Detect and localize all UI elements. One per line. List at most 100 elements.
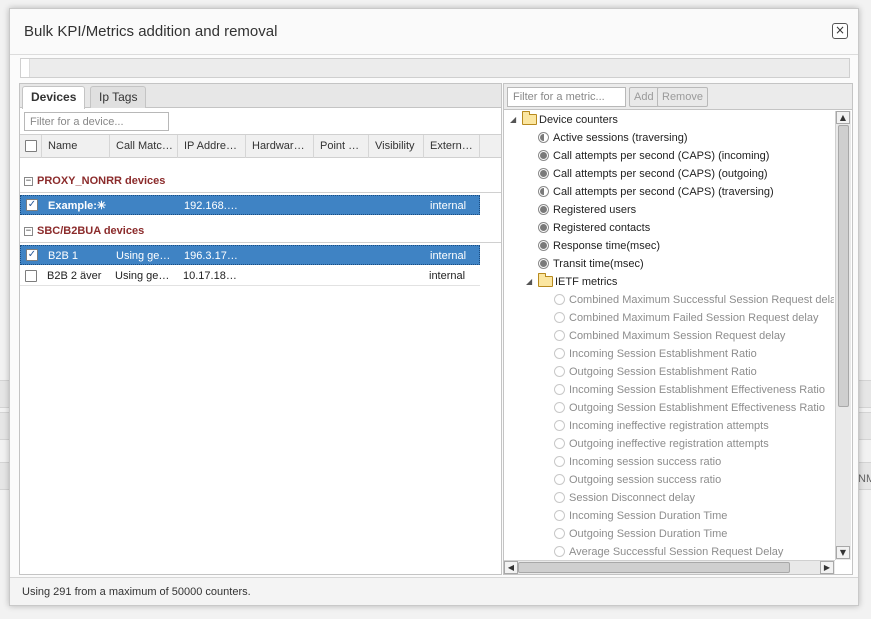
tree-item[interactable]: Outgoing Session Duration Time	[504, 525, 834, 543]
expand-arrow-icon[interactable]: ◢	[526, 273, 536, 291]
column-header-call-match[interactable]: Call Matc…	[110, 135, 178, 158]
select-all-checkbox[interactable]	[25, 140, 37, 152]
scroll-down-arrow-icon[interactable]: ▼	[836, 546, 850, 559]
column-header-visibility[interactable]: Visibility	[369, 135, 424, 158]
selection-state-icon[interactable]	[554, 546, 565, 557]
remove-button[interactable]: Remove	[657, 87, 708, 107]
tree-item[interactable]: Response time(msec)	[504, 237, 834, 255]
selection-state-icon[interactable]	[554, 348, 565, 359]
add-button[interactable]: Add	[629, 87, 659, 107]
folder-icon	[522, 111, 537, 125]
tree-item[interactable]: Combined Maximum Session Request delay	[504, 327, 834, 345]
metric-filter-input[interactable]	[507, 87, 626, 107]
selection-state-icon[interactable]	[554, 330, 565, 341]
tree-item[interactable]: Registered contacts	[504, 219, 834, 237]
scroll-left-arrow-icon[interactable]: ◀	[504, 561, 518, 574]
selection-state-icon[interactable]	[554, 438, 565, 449]
table-row[interactable]: ✓ Example:✳ 192.168.… internal	[20, 195, 480, 215]
tree-item[interactable]: Combined Maximum Successful Session Requ…	[504, 291, 834, 309]
tree-item[interactable]: Outgoing Session Establishment Effective…	[504, 399, 834, 417]
selection-state-icon[interactable]	[538, 240, 549, 251]
tree-item[interactable]: Incoming Session Establishment Ratio	[504, 345, 834, 363]
tree-item[interactable]: Incoming session success ratio	[504, 453, 834, 471]
tree-item[interactable]: Call attempts per second (CAPS) (outgoin…	[504, 165, 834, 183]
tree-folder-device-counters[interactable]: ◢ Device counters	[504, 111, 834, 129]
tree-item[interactable]: Transit time(msec)	[504, 255, 834, 273]
row-checkbox[interactable]	[25, 270, 37, 282]
selection-state-icon[interactable]	[554, 420, 565, 431]
grid-header: Name Call Matc… IP Addre… Hardwar… Point…	[20, 134, 501, 158]
horizontal-scrollbar[interactable]: ◀ ▶	[504, 560, 835, 574]
vertical-scrollbar[interactable]: ▲ ▼	[835, 111, 851, 560]
cell-ip-address: 10.17.18…	[183, 270, 237, 282]
column-header-hardware[interactable]: Hardwar…	[246, 135, 314, 158]
selection-state-icon[interactable]	[538, 168, 549, 179]
tree-item[interactable]: Average Successful Session Request Delay	[504, 543, 834, 560]
tree-item[interactable]: Outgoing session success ratio	[504, 471, 834, 489]
selection-state-icon[interactable]	[538, 204, 549, 215]
tree-item[interactable]: Registered users	[504, 201, 834, 219]
tree-item-label: Outgoing Session Establishment Ratio	[569, 366, 757, 378]
column-header-point[interactable]: Point …	[314, 135, 369, 158]
selection-state-icon[interactable]	[554, 510, 565, 521]
scroll-right-arrow-icon[interactable]: ▶	[820, 561, 834, 574]
tree-item[interactable]: Incoming ineffective registration attemp…	[504, 417, 834, 435]
devices-panel: Devices Ip Tags Name Call Matc… IP Addre…	[19, 83, 502, 575]
tree-item-label: Incoming Session Establishment Effective…	[569, 384, 825, 396]
selection-state-icon[interactable]	[554, 402, 565, 413]
tree-item[interactable]: Incoming Session Duration Time	[504, 507, 834, 525]
scroll-up-arrow-icon[interactable]: ▲	[836, 111, 850, 124]
tree-item-label: Call attempts per second (CAPS) (incomin…	[553, 150, 770, 162]
tree-item[interactable]: Incoming Session Establishment Effective…	[504, 381, 834, 399]
progress-bar	[20, 58, 850, 78]
column-header-ip-address[interactable]: IP Addre…	[178, 135, 246, 158]
selection-state-icon[interactable]	[554, 474, 565, 485]
selection-state-icon[interactable]	[554, 492, 565, 503]
tree-folder-label: Device counters	[539, 114, 618, 126]
selection-state-icon[interactable]	[554, 294, 565, 305]
cell-call-match: Using ge…	[116, 250, 171, 262]
tree-item[interactable]: Call attempts per second (CAPS) (travers…	[504, 183, 834, 201]
tree-item[interactable]: Call attempts per second (CAPS) (incomin…	[504, 147, 834, 165]
selection-state-icon[interactable]	[538, 222, 549, 233]
selection-state-icon[interactable]	[554, 528, 565, 539]
collapse-icon[interactable]: −	[24, 227, 33, 236]
selection-state-icon[interactable]	[538, 258, 549, 269]
tree-folder-ietf-metrics[interactable]: ◢ IETF metrics	[504, 273, 834, 291]
tree-item-label: Call attempts per second (CAPS) (outgoin…	[553, 168, 768, 180]
tree-item[interactable]: Active sessions (traversing)	[504, 129, 834, 147]
tree-item[interactable]: Outgoing Session Establishment Ratio	[504, 363, 834, 381]
tree-item[interactable]: Session Disconnect delay	[504, 489, 834, 507]
expand-arrow-icon[interactable]: ◢	[510, 111, 520, 129]
column-header-external[interactable]: Extern…	[424, 135, 480, 158]
row-checkbox[interactable]: ✓	[26, 249, 38, 261]
column-header-name[interactable]: Name	[42, 135, 110, 158]
tree-item[interactable]: Combined Maximum Failed Session Request …	[504, 309, 834, 327]
status-footer: Using 291 from a maximum of 50000 counte…	[10, 577, 858, 605]
collapse-icon[interactable]: −	[24, 177, 33, 186]
device-filter-input[interactable]	[24, 112, 169, 131]
selection-state-icon[interactable]	[538, 186, 549, 197]
tree-item-label: Incoming Session Establishment Ratio	[569, 348, 757, 360]
vertical-scroll-thumb[interactable]	[838, 125, 849, 407]
table-row[interactable]: B2B 2 äver Using ge… 10.17.18… internal	[20, 266, 480, 286]
selection-state-icon[interactable]	[554, 312, 565, 323]
tree-folder-label: IETF metrics	[555, 276, 618, 288]
selection-state-icon[interactable]	[538, 132, 549, 143]
selection-state-icon[interactable]	[554, 384, 565, 395]
tab-ip-tags[interactable]: Ip Tags	[90, 86, 147, 108]
tree-item-label: Session Disconnect delay	[569, 492, 695, 504]
table-row[interactable]: ✓ B2B 1 Using ge… 196.3.17… internal	[20, 245, 480, 265]
cell-call-match: Using ge…	[115, 270, 170, 282]
tab-devices[interactable]: Devices	[22, 86, 86, 109]
metrics-tree: ◢ Device counters Active sessions (travers…	[504, 111, 834, 560]
selection-state-icon[interactable]	[538, 150, 549, 161]
row-checkbox[interactable]: ✓	[26, 199, 38, 211]
selection-state-icon[interactable]	[554, 366, 565, 377]
horizontal-scroll-thumb[interactable]	[518, 562, 790, 573]
group-header-proxy-nonrr[interactable]: − PROXY_NONRR devices	[20, 171, 501, 193]
group-header-sbc-b2bua[interactable]: − SBC/B2BUA devices	[20, 221, 501, 243]
tree-item[interactable]: Outgoing ineffective registration attemp…	[504, 435, 834, 453]
close-button[interactable]: ×	[832, 23, 848, 39]
selection-state-icon[interactable]	[554, 456, 565, 467]
